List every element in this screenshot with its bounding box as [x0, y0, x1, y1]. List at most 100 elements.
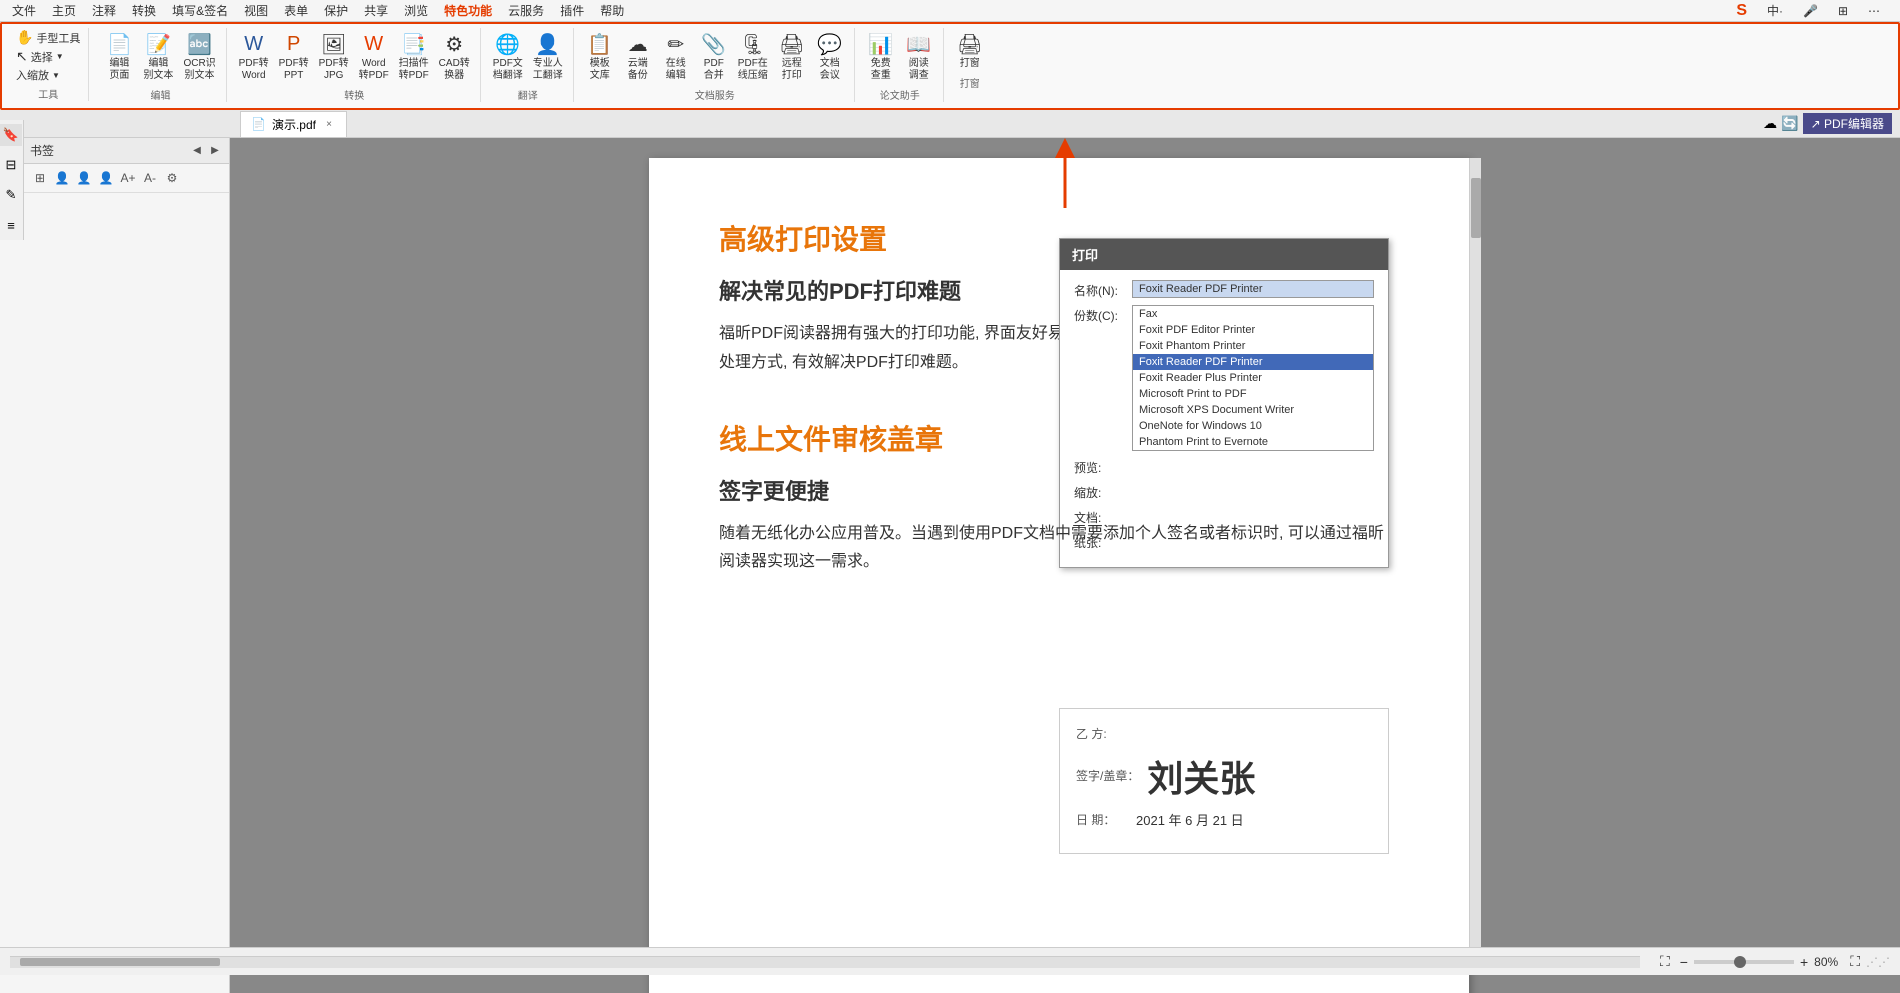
menu-protect[interactable]: 保护 — [316, 0, 356, 21]
scan-label: 扫描件 转PDF — [399, 58, 429, 82]
zoom-value-label: 80% — [1814, 955, 1838, 969]
printer-fax[interactable]: Fax — [1133, 306, 1373, 322]
sidebar-icon-thumbnail[interactable]: ⊟ — [0, 154, 22, 176]
menu-convert[interactable]: 转换 — [124, 0, 164, 21]
sidebar-person3-button[interactable]: 👤 — [96, 168, 116, 188]
sidebar-person-button[interactable]: 👤 — [52, 168, 72, 188]
cloud-sync-icon: ☁ — [1763, 115, 1777, 132]
sidebar-add-button[interactable]: ⊞ — [30, 168, 50, 188]
menu-cloud[interactable]: 云服务 — [500, 0, 552, 21]
doc-meeting-button[interactable]: 💬 文档 会议 — [812, 28, 848, 84]
template-lib-button[interactable]: 📋 模板 文库 — [582, 28, 618, 84]
horizontal-scrollbar[interactable] — [10, 956, 1640, 968]
cloud-backup-button[interactable]: ☁ 云端 备份 — [620, 28, 656, 84]
stamp-date-label: 日 期： — [1076, 811, 1136, 828]
menu-share[interactable]: 共享 — [356, 0, 396, 21]
docservice-group-label: 文档服务 — [695, 87, 735, 102]
zoom-slider-thumb[interactable] — [1734, 956, 1746, 968]
sidebar-font-small-button[interactable]: A- — [140, 168, 160, 188]
shrink-dropdown-icon: ▼ — [52, 71, 60, 80]
vertical-scrollbar[interactable] — [1469, 158, 1481, 973]
select-tool-button[interactable]: ↖ 选择 ▼ — [12, 47, 84, 66]
section2: 线上文件审核盖章 签字更便捷 随着无纸化办公应用普及。当遇到使用PDF文档中需要… — [719, 418, 1399, 578]
word-to-pdf-button[interactable]: W Word 转PDF — [355, 28, 393, 84]
pdf-area[interactable]: 高级打印设置 解决常见的PDF打印难题 福昕PDF阅读器拥有强大的打印功能, 界… — [230, 138, 1900, 993]
printer-foxit-plus[interactable]: Foxit Reader Plus Printer — [1133, 370, 1373, 386]
sidebar-icon-bookmark[interactable]: 🔖 — [0, 124, 22, 146]
h-scrollbar-thumb[interactable] — [20, 958, 220, 966]
convert-group-label: 转换 — [344, 87, 364, 102]
sidebar-prev-button[interactable]: ◀ — [189, 143, 205, 159]
pdf-to-word-button[interactable]: W PDF转 Word — [235, 28, 273, 84]
scan-file-button[interactable]: 📑 扫描件 转PDF — [395, 28, 433, 84]
pdf-tab[interactable]: 📄 演示.pdf × — [240, 111, 347, 137]
edit-page-label: 编辑 页面 — [109, 58, 129, 82]
printer-ms-xps[interactable]: Microsoft XPS Document Writer — [1133, 402, 1373, 418]
grid-icon: ⊞ — [1830, 2, 1856, 20]
merge-label: PDF 合并 — [704, 58, 724, 82]
pdf-to-ppt-icon: P — [280, 30, 308, 58]
free-check-label: 免费 查重 — [871, 58, 891, 82]
sidebar-settings-button[interactable]: ⚙ — [162, 168, 182, 188]
edit-page-button[interactable]: 📄 编辑 页面 — [101, 28, 137, 84]
menu-view[interactable]: 视图 — [236, 0, 276, 21]
sidebar-font-large-button[interactable]: A+ — [118, 168, 138, 188]
sidebar-person2-button[interactable]: 👤 — [74, 168, 94, 188]
sidebar-controls: ◀ ▶ — [189, 143, 223, 159]
printer-foxit-reader[interactable]: Foxit Reader PDF Printer — [1133, 354, 1373, 370]
reading-check-button[interactable]: 📖 阅读 调查 — [901, 28, 937, 84]
printer-foxit-phantom[interactable]: Foxit Phantom Printer — [1133, 338, 1373, 354]
menu-browse[interactable]: 浏览 — [396, 0, 436, 21]
menu-form[interactable]: 表单 — [276, 0, 316, 21]
pdf-compress-button[interactable]: 🗜 PDF在 线压缩 — [734, 28, 772, 84]
tab-bar: 📄 演示.pdf × ☁ 🔄 ↗ PDF编辑器 — [0, 110, 1900, 138]
zoom-plus-button[interactable]: + — [1800, 954, 1808, 970]
pdf-to-ppt-label: PDF转 PPT — [279, 58, 309, 82]
pdf-to-ppt-button[interactable]: P PDF转 PPT — [275, 28, 313, 84]
ribbon-group-print: 🖨 打窗 打窗 — [946, 28, 994, 90]
mic-icon: 🎤 — [1795, 2, 1826, 20]
printer-ms-pdf[interactable]: Microsoft Print to PDF — [1133, 386, 1373, 402]
sidebar-icon-annotation[interactable]: ✎ — [0, 184, 22, 206]
print-button[interactable]: 🖨 打窗 — [952, 28, 988, 72]
cad-to-pdf-button[interactable]: ⚙ CAD转 换器 — [435, 28, 474, 84]
ocr-button[interactable]: 🔤 OCR识 别文本 — [179, 28, 219, 84]
menu-annotation[interactable]: 注释 — [84, 0, 124, 21]
tab-close-button[interactable]: × — [322, 117, 336, 131]
pdf-merge-button[interactable]: 📎 PDF 合并 — [696, 28, 732, 84]
bottom-bar: ⛶ − + 80% ⛶ ⋰⋰ — [0, 947, 1900, 975]
sidebar-next-button[interactable]: ▶ — [207, 143, 223, 159]
menu-special[interactable]: 特色功能 — [436, 0, 500, 21]
scrollbar-thumb[interactable] — [1471, 178, 1481, 238]
menu-file[interactable]: 文件 — [4, 0, 44, 21]
pdf-to-excel-label: PDF文 档翻译 — [493, 58, 523, 82]
pdf-to-jpg-button[interactable]: 🖼 PDF转 JPG — [315, 28, 353, 84]
stamp-date-value: 2021 年 6 月 21 日 — [1136, 810, 1244, 829]
sidebar-icon-layers[interactable]: ≡ — [0, 214, 22, 236]
select-icon: ↖ — [16, 48, 28, 65]
menu-sign[interactable]: 填写&签名 — [164, 0, 236, 21]
expand-button[interactable]: ⛶ — [1850, 953, 1860, 970]
online-edit-button[interactable]: ✏ 在线 编辑 — [658, 28, 694, 84]
print-buttons: 🖨 打窗 — [952, 28, 988, 72]
zoom-slider[interactable] — [1694, 960, 1794, 964]
name-value[interactable]: Foxit Reader PDF Printer — [1132, 280, 1374, 298]
specialist-icon: 👤 — [534, 30, 562, 58]
printer-name-row: 名称(N): Foxit Reader PDF Printer — [1074, 280, 1374, 299]
remote-print-button[interactable]: 🖨 远程 打印 — [774, 28, 810, 84]
edit-text-button[interactable]: 📝 编辑 别文本 — [139, 28, 177, 84]
menu-help[interactable]: 帮助 — [592, 0, 632, 21]
pdf-to-excel-button[interactable]: 🌐 PDF文 档翻译 — [489, 28, 527, 84]
printer-foxit-editor[interactable]: Foxit PDF Editor Printer — [1133, 322, 1373, 338]
specialist-button[interactable]: 👤 专业人 工翻译 — [529, 28, 567, 84]
menu-plugin[interactable]: 插件 — [552, 0, 592, 21]
shrink-button[interactable]: 入缩放 ▼ — [12, 66, 84, 84]
dropdown-icon: ▼ — [56, 52, 64, 61]
hand-tool-button[interactable]: ✋ 手型工具 — [12, 28, 84, 47]
menu-home[interactable]: 主页 — [44, 0, 84, 21]
edit-page-icon: 📄 — [105, 30, 133, 58]
fit-page-button[interactable]: ⛶ — [1660, 953, 1670, 970]
zoom-minus-button[interactable]: − — [1680, 954, 1688, 970]
reading-label: 阅读 调查 — [909, 58, 929, 82]
free-check-button[interactable]: 📊 免费 查重 — [863, 28, 899, 84]
